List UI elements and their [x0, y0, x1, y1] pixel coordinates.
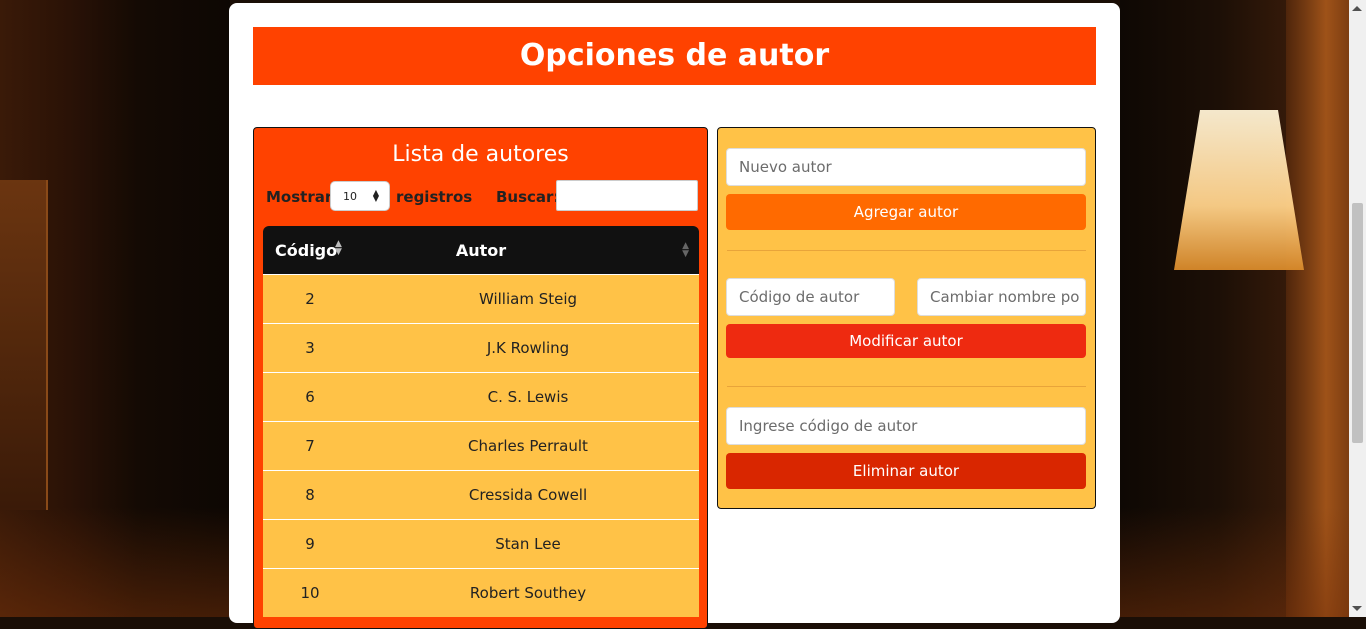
author-code-cell: 10 [300, 584, 320, 602]
table-row: 8 Cressida Cowell [263, 470, 699, 519]
author-code-cell: 7 [305, 437, 315, 455]
author-code-cell: 8 [305, 486, 315, 504]
page-scrollbar[interactable] [1349, 0, 1366, 617]
records-label: registros [396, 188, 473, 206]
list-title: Lista de autores [392, 142, 569, 167]
rename-author-input[interactable]: Cambiar nombre po [917, 278, 1086, 316]
table-row: 10 Robert Southey [263, 568, 699, 617]
authors-table: Autor Código ▲ ▼ ▲ ▼ 2 William Steig 3 J.K… [263, 226, 699, 617]
table-row: 3 J.K Rowling [263, 323, 699, 372]
author-name-cell: Cressida Cowell [468, 486, 588, 504]
search-label: Buscar: [496, 188, 560, 206]
page-title: Opciones de autor [253, 27, 1096, 85]
new-author-input[interactable]: Nuevo autor [726, 148, 1086, 186]
author-name-cell: William Steig [478, 290, 578, 308]
modify-author-button[interactable]: Modificar autor [726, 324, 1086, 358]
divider [727, 386, 1086, 387]
author-name-cell: C. S. Lewis [487, 388, 569, 406]
main-card: Opciones de autor Lista de autores Mostr… [229, 3, 1120, 629]
scroll-up-icon[interactable] [1352, 6, 1362, 11]
author-form-panel: Nuevo autor Agregar autor Código de auto… [717, 127, 1096, 509]
column-header-code[interactable]: Código [275, 241, 337, 260]
delete-author-code-input[interactable]: Ingrese código de autor [726, 407, 1086, 445]
search-input[interactable] [556, 180, 698, 211]
select-arrows-icon: ▲ ▼ [372, 188, 379, 203]
author-name-cell: Robert Southey [469, 584, 587, 602]
table-row: 2 William Steig [263, 274, 699, 323]
sort-ascending-icon[interactable]: ▲ ▼ [335, 240, 342, 257]
delete-author-button[interactable]: Eliminar autor [726, 453, 1086, 489]
table-row: 7 Charles Perrault [263, 421, 699, 470]
author-code-input[interactable]: Código de autor [726, 278, 895, 316]
background-column [0, 180, 48, 510]
table-row: 9 Stan Lee [263, 519, 699, 568]
show-label: Mostrar [266, 188, 333, 206]
add-author-button[interactable]: Agregar autor [726, 194, 1086, 230]
author-name-cell: J.K Rowling [486, 339, 570, 357]
table-row: 6 C. S. Lewis [263, 372, 699, 421]
author-code-cell: 3 [305, 339, 315, 357]
author-code-cell: 2 [305, 290, 315, 308]
author-name-cell: Charles Perrault [468, 437, 588, 455]
records-per-page-value: 10 [343, 190, 357, 203]
author-code-cell: 6 [305, 388, 315, 406]
records-per-page-select[interactable]: 10 ▲ ▼ [330, 181, 390, 211]
sort-icon[interactable]: ▲ ▼ [682, 242, 689, 259]
author-list-panel: Lista de autores Mostrar 10 ▲ ▼ registros… [253, 127, 708, 629]
table-controls: Mostrar 10 ▲ ▼ registros Buscar: [266, 180, 706, 212]
author-code-cell: 9 [305, 535, 315, 553]
scroll-down-icon[interactable] [1352, 606, 1362, 611]
table-header: Autor Código ▲ ▼ ▲ ▼ [263, 226, 699, 274]
divider [727, 250, 1086, 251]
author-name-cell: Stan Lee [495, 535, 561, 553]
scroll-thumb[interactable] [1352, 203, 1363, 443]
